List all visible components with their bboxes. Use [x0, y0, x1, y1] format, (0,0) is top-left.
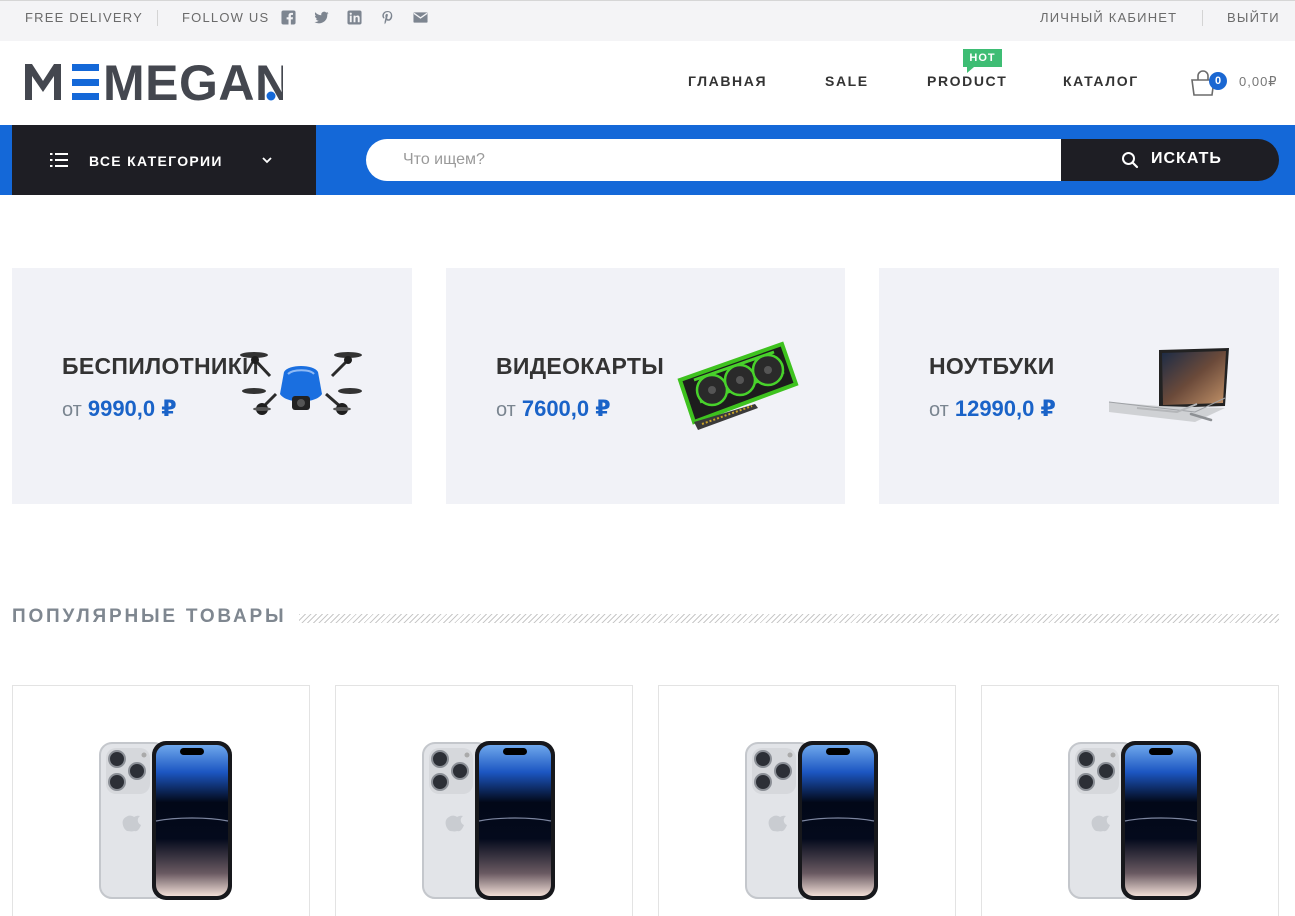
laptop-image — [1108, 348, 1229, 422]
search-input[interactable] — [366, 139, 1066, 181]
free-delivery-text: FREE DELIVERY — [25, 10, 143, 25]
logout-link[interactable]: ВЫЙТИ — [1227, 10, 1280, 25]
chevron-down-icon — [262, 157, 272, 164]
price-prefix: от — [496, 399, 516, 421]
megano-logo-mark: MEGANO — [25, 55, 331, 111]
drone-image — [240, 352, 362, 415]
divider — [1202, 10, 1203, 26]
price-value: 7600,0 ₽ — [521, 396, 611, 421]
graphics-card-image — [677, 341, 799, 430]
banner-title: БЕСПИЛОТНИКИ — [62, 353, 259, 379]
banner-price: от 9990,0 ₽ — [62, 396, 177, 422]
iphone-image — [745, 741, 878, 900]
banner-price: от 7600,0 ₽ — [496, 396, 611, 422]
logo-text: MEGANO — [103, 58, 283, 106]
price-value: 12990,0 ₽ — [954, 396, 1056, 421]
banner-drones[interactable]: БЕСПИЛОТНИКИ от 9990,0 ₽ — [12, 268, 412, 504]
account-link[interactable]: ЛИЧНЫЙ КАБИНЕТ — [1040, 10, 1177, 25]
banner-graphics-cards[interactable]: ВИДЕОКАРТЫ от 7600,0 ₽ — [446, 268, 845, 504]
iphone-image — [1068, 741, 1201, 900]
banner-laptops[interactable]: НОУТБУКИ от 12990,0 ₽ — [879, 268, 1279, 504]
search-button-label: ИСКАТЬ — [1151, 150, 1222, 167]
all-categories-label: ВСЕ КАТЕГОРИИ — [89, 153, 223, 169]
hot-badge: HOT — [963, 49, 1002, 73]
product-card[interactable] — [12, 685, 310, 916]
section-divider — [299, 614, 1279, 623]
follow-us-text: FOLLOW US — [182, 10, 270, 25]
search-icon — [1122, 152, 1139, 169]
pinterest-icon[interactable] — [379, 9, 395, 25]
iphone-image — [422, 741, 555, 900]
banner-price: от 12990,0 ₽ — [929, 396, 1056, 422]
twitter-icon[interactable] — [313, 9, 329, 25]
price-prefix: от — [929, 399, 949, 421]
nav-product[interactable]: PRODUCT — [927, 73, 1007, 89]
section-title: ПОПУЛЯРНЫЕ ТОВАРЫ — [12, 606, 287, 627]
banner-title: ВИДЕОКАРТЫ — [496, 353, 665, 379]
top-bar: FREE DELIVERY FOLLOW US ЛИЧНЫЙ КАБИНЕТ В… — [0, 0, 1295, 41]
banner-title: НОУТБУКИ — [929, 353, 1055, 379]
cart-total: 0,00₽ — [1239, 74, 1278, 89]
facebook-icon[interactable] — [280, 9, 296, 25]
header: MEGANO ГЛАВНАЯ SALE HOT PRODUCT КАТАЛОГ … — [0, 41, 1295, 125]
all-categories-button[interactable]: ВСЕ КАТЕГОРИИ — [12, 125, 316, 195]
linkedin-icon[interactable] — [346, 9, 362, 25]
cart-count-badge: 0 — [1209, 72, 1227, 90]
mail-icon[interactable] — [412, 9, 428, 25]
product-card[interactable] — [658, 685, 956, 916]
nav-catalog[interactable]: КАТАЛОГ — [1063, 73, 1139, 89]
list-icon — [50, 153, 68, 167]
divider — [157, 10, 158, 26]
product-card[interactable] — [981, 685, 1279, 916]
iphone-image — [99, 741, 232, 900]
product-card[interactable] — [335, 685, 633, 916]
nav-home[interactable]: ГЛАВНАЯ — [688, 73, 767, 89]
price-value: 9990,0 ₽ — [87, 396, 177, 421]
price-prefix: от — [62, 399, 82, 421]
search-button[interactable]: ИСКАТЬ — [1061, 139, 1279, 181]
logo[interactable]: MEGANO — [23, 55, 331, 111]
nav-sale[interactable]: SALE — [825, 73, 869, 89]
